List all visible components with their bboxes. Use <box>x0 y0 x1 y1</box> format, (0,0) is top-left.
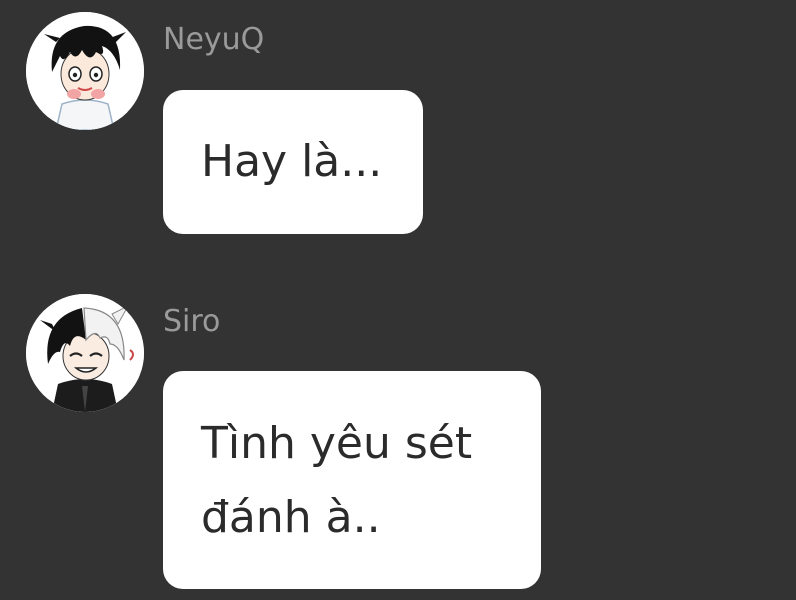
avatar-siro-icon[interactable] <box>26 294 144 412</box>
message-bubble[interactable]: Tình yêu sét đánh à.. <box>163 371 541 589</box>
avatar-siro-drawing <box>26 294 144 412</box>
message-text: Tình yêu sét đánh à.. <box>201 418 473 543</box>
chat-thread: NeyuQ Hay là... Siro Tình yêu sét đánh à… <box>0 0 796 600</box>
message-sender-name: Siro <box>163 304 221 339</box>
chat-message: Siro Tình yêu sét đánh à.. <box>0 0 796 600</box>
